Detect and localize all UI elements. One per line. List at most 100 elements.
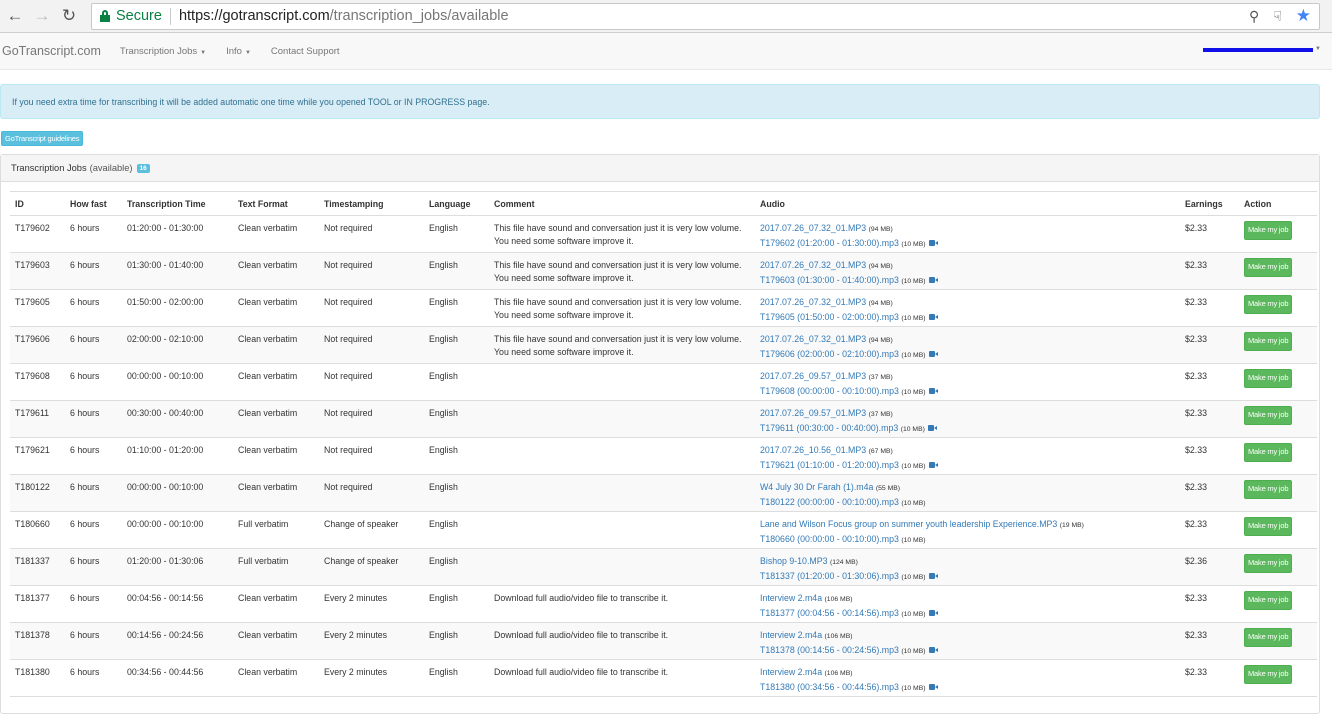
header-transcription-time[interactable]: Transcription Time	[122, 191, 233, 216]
audio-part-link[interactable]: T179621 (01:10:00 - 01:20:00).mp3	[760, 460, 899, 470]
transcription-time: 01:30:00 - 01:40:00	[122, 252, 233, 290]
video-camera-icon[interactable]	[928, 387, 938, 394]
audio-main-link[interactable]: Interview 2.m4a	[760, 667, 822, 677]
comment: This file have sound and conversation ju…	[489, 326, 755, 364]
video-camera-icon[interactable]	[928, 572, 938, 579]
audio-main-size: (55 MB)	[875, 485, 901, 492]
make-my-job-button[interactable]: Make my job	[1244, 295, 1293, 314]
audio-main-link[interactable]: 2017.07.26_07.32_01.MP3	[760, 334, 866, 344]
audio-main-link[interactable]: Bishop 9-10.MP3	[760, 556, 827, 566]
make-my-job-button[interactable]: Make my job	[1244, 258, 1293, 277]
video-camera-icon[interactable]	[928, 646, 938, 653]
audio-part-link[interactable]: T181377 (00:04:56 - 00:14:56).mp3	[760, 608, 899, 618]
audio-main-link[interactable]: 2017.07.26_07.32_01.MP3	[760, 223, 866, 233]
zoom-out-icon[interactable]: ⚲	[1249, 8, 1259, 25]
video-camera-icon[interactable]	[927, 424, 937, 431]
video-camera-icon[interactable]	[928, 683, 938, 690]
audio-part-link[interactable]: T179605 (01:50:00 - 02:00:00).mp3	[760, 312, 899, 322]
bookmark-star-icon[interactable]: ★	[1296, 6, 1311, 26]
earnings: $2.33	[1180, 511, 1239, 549]
back-arrow-icon[interactable]: ←	[4, 5, 26, 27]
header-earnings[interactable]: Earnings	[1180, 191, 1239, 216]
video-camera-icon[interactable]	[928, 313, 938, 320]
audio-part-link[interactable]: T181380 (00:34:56 - 00:44:56).mp3	[760, 682, 899, 692]
video-camera-icon[interactable]	[928, 609, 938, 616]
how-fast: 6 hours	[65, 252, 122, 290]
panel-heading: Transcription Jobs (available) 16	[1, 155, 1319, 182]
header-id[interactable]: ID	[10, 191, 65, 216]
brand-link[interactable]: GoTranscript.com	[0, 44, 101, 58]
make-my-job-button[interactable]: Make my job	[1244, 665, 1293, 684]
audio-part-link[interactable]: T179603 (01:30:00 - 01:40:00).mp3	[760, 275, 899, 285]
transcription-time: 00:14:56 - 00:24:56	[122, 622, 233, 660]
transcription-time: 01:20:00 - 01:30:00	[122, 215, 233, 253]
make-my-job-button[interactable]: Make my job	[1244, 591, 1293, 610]
reload-icon[interactable]: ↻	[58, 5, 80, 27]
video-camera-icon[interactable]	[928, 276, 938, 283]
transcription-time: 02:00:00 - 02:10:00	[122, 326, 233, 364]
header-comment[interactable]: Comment	[489, 191, 755, 216]
make-my-job-button[interactable]: Make my job	[1244, 221, 1293, 240]
make-my-job-button[interactable]: Make my job	[1244, 554, 1293, 573]
audio-main-link[interactable]: W4 July 30 Dr Farah (1).m4a	[760, 482, 873, 492]
make-my-job-button[interactable]: Make my job	[1244, 369, 1293, 388]
address-bar[interactable]: Secure https://gotranscript.com/transcri…	[91, 2, 1320, 30]
audio-part-link[interactable]: T179606 (02:00:00 - 02:10:00).mp3	[760, 349, 899, 359]
audio-part-size: (10 MB)	[901, 684, 926, 692]
how-fast: 6 hours	[65, 474, 122, 512]
language: English	[424, 474, 489, 512]
make-my-job-button[interactable]: Make my job	[1244, 480, 1293, 499]
job-id: T179608	[10, 363, 65, 401]
header-how-fast[interactable]: How fast	[65, 191, 122, 216]
audio-cell: 2017.07.26_07.32_01.MP3 (94 MB) T179606 (…	[755, 326, 1180, 364]
header-action[interactable]: Action	[1239, 191, 1317, 216]
language: English	[424, 326, 489, 364]
audio-part-link[interactable]: T179611 (00:30:00 - 00:40:00).mp3	[760, 423, 898, 433]
audio-main-link[interactable]: 2017.07.26_09.57_01.MP3	[760, 408, 866, 418]
user-menu[interactable]: ▼	[1203, 46, 1321, 52]
audio-main-link[interactable]: Interview 2.m4a	[760, 630, 822, 640]
audio-part-link[interactable]: T181337 (01:20:00 - 01:30:06).mp3	[760, 571, 899, 581]
audio-main-link[interactable]: Lane and Wilson Focus group on summer yo…	[760, 519, 1057, 529]
audio-main-link[interactable]: 2017.07.26_09.57_01.MP3	[760, 371, 866, 381]
video-camera-icon[interactable]	[928, 350, 938, 357]
job-row: T181380 6 hours 00:34:56 - 00:44:56 Clean v…	[10, 659, 1317, 697]
audio-part-link[interactable]: T181378 (00:14:56 - 00:24:56).mp3	[760, 645, 899, 655]
make-my-job-button[interactable]: Make my job	[1244, 406, 1293, 425]
make-my-job-button[interactable]: Make my job	[1244, 443, 1293, 462]
nav-info[interactable]: Info ▼	[226, 46, 251, 57]
earnings: $2.33	[1180, 437, 1239, 475]
language: English	[424, 437, 489, 475]
header-timestamping[interactable]: Timestamping	[319, 191, 424, 216]
guidelines-button[interactable]: GoTranscript guidelines	[1, 131, 84, 146]
nav-contact-support[interactable]: Contact Support	[271, 46, 340, 57]
make-my-job-button[interactable]: Make my job	[1244, 332, 1293, 351]
audio-main-link[interactable]: 2017.07.26_07.32_01.MP3	[760, 260, 866, 270]
audio-part-link[interactable]: T180122 (00:00:00 - 00:10:00).mp3	[760, 497, 899, 507]
forward-arrow-icon[interactable]: →	[31, 5, 53, 27]
action-cell: Make my job	[1239, 215, 1317, 253]
how-fast: 6 hours	[65, 326, 122, 364]
audio-main-link[interactable]: Interview 2.m4a	[760, 593, 822, 603]
header-audio[interactable]: Audio	[755, 191, 1180, 216]
audio-main-link[interactable]: 2017.07.26_07.32_01.MP3	[760, 297, 866, 307]
job-id: T181380	[10, 659, 65, 697]
audio-part-link[interactable]: T179608 (00:00:00 - 00:10:00).mp3	[760, 386, 899, 396]
header-text-format[interactable]: Text Format	[233, 191, 319, 216]
audio-part-link[interactable]: T180660 (00:00:00 - 00:10:00).mp3	[760, 534, 899, 544]
make-my-job-button[interactable]: Make my job	[1244, 628, 1293, 647]
audio-part-link[interactable]: T179602 (01:20:00 - 01:30:00).mp3	[760, 238, 899, 248]
video-camera-icon[interactable]	[928, 461, 938, 468]
audio-part-size: (10 MB)	[901, 462, 926, 470]
video-camera-icon[interactable]	[928, 239, 938, 246]
header-language[interactable]: Language	[424, 191, 489, 216]
timestamping: Not required	[319, 326, 424, 364]
key-icon[interactable]: ☟	[1273, 8, 1282, 25]
audio-main-link[interactable]: 2017.07.26_10.56_01.MP3	[760, 445, 866, 455]
language: English	[424, 363, 489, 401]
nav-transcription-jobs[interactable]: Transcription Jobs ▼	[120, 46, 206, 57]
language: English	[424, 215, 489, 253]
make-my-job-button[interactable]: Make my job	[1244, 517, 1293, 536]
audio-cell: Interview 2.m4a (106 MB) T181377 (00:04:5…	[755, 585, 1180, 623]
how-fast: 6 hours	[65, 400, 122, 438]
